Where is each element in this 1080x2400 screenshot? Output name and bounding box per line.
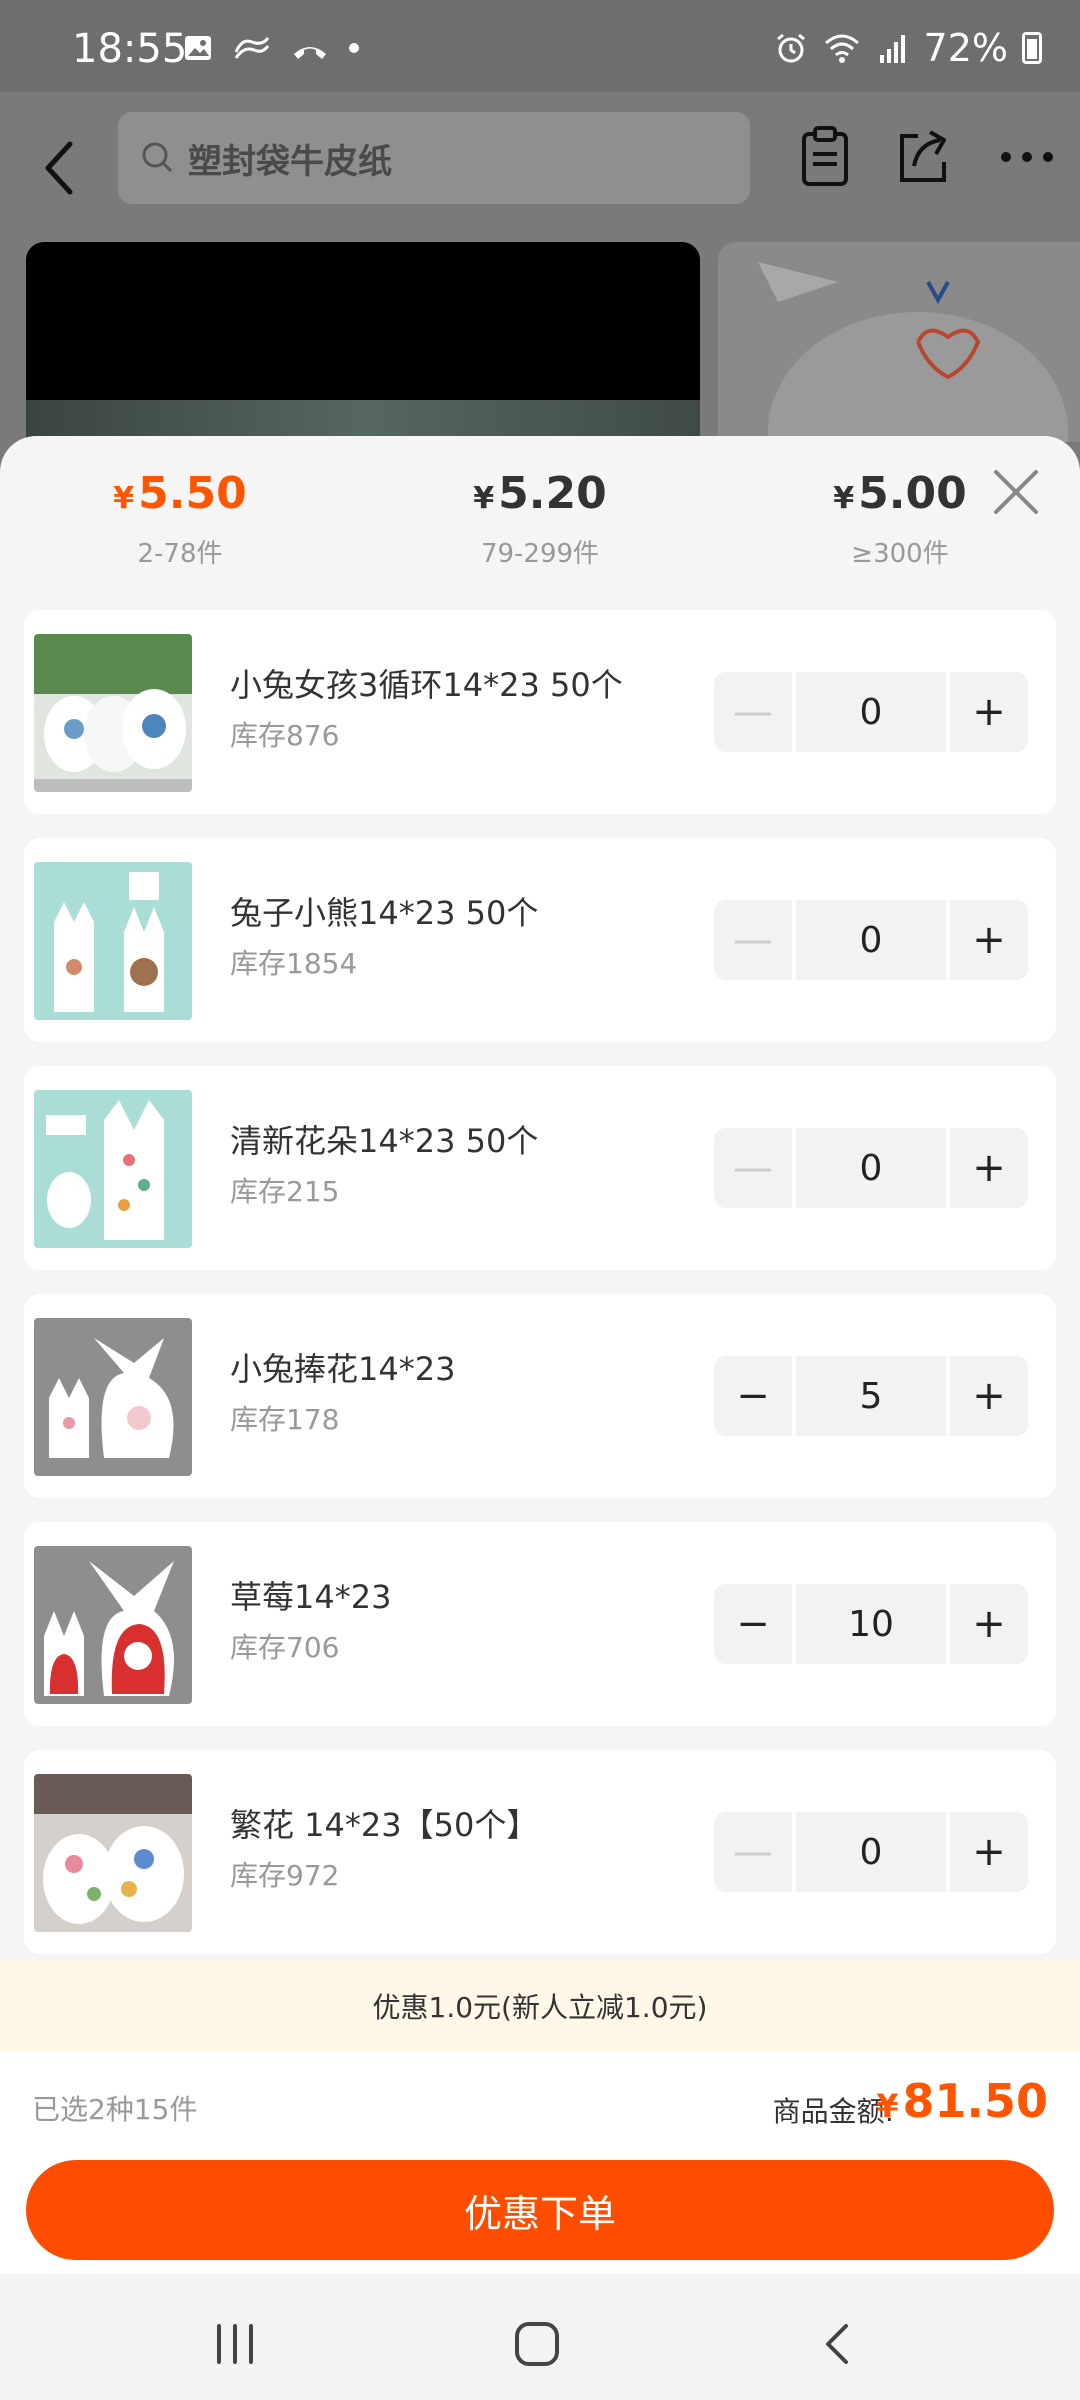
image-notification-icon	[185, 36, 211, 60]
place-order-button[interactable]: 优惠下单	[26, 2160, 1054, 2260]
clipboard-icon[interactable]	[790, 122, 860, 192]
tier-price: 5.50	[138, 468, 247, 519]
quantity-value[interactable]: 0	[796, 1128, 946, 1208]
tier-quantity: 79-299件	[480, 539, 600, 569]
decrease-button[interactable]: −	[714, 1356, 792, 1436]
sku-name: 草莓14*23	[230, 1578, 392, 1616]
decrease-button[interactable]: −	[714, 1584, 792, 1664]
product-image-card[interactable]	[718, 242, 1080, 442]
app-notification-icon	[234, 37, 270, 59]
sku-stock: 库存706	[230, 1631, 340, 1664]
dot-icon	[349, 43, 359, 53]
sku-stock: 库存1854	[230, 947, 358, 980]
battery-icon	[1022, 32, 1042, 64]
back-nav-icon[interactable]	[808, 2314, 868, 2374]
sku-thumbnail[interactable]	[34, 862, 192, 1020]
increase-button[interactable]: +	[950, 1356, 1028, 1436]
quantity-value[interactable]: 0	[796, 900, 946, 980]
recent-apps-icon[interactable]	[205, 2314, 265, 2374]
quantity-value[interactable]: 0	[796, 672, 946, 752]
quantity-stepper: — 0 +	[714, 1812, 1032, 1892]
sku-stock: 库存972	[230, 1859, 340, 1892]
quantity-stepper: — 0 +	[714, 672, 1032, 752]
status-time: 18:55	[72, 26, 188, 72]
share-icon[interactable]	[888, 122, 958, 192]
back-icon[interactable]	[30, 128, 90, 208]
product-illustration	[758, 262, 1068, 442]
sku-name: 小兔捧花14*23	[230, 1350, 456, 1388]
battery-percent: 72%	[923, 26, 1008, 70]
sku-thumbnail[interactable]	[34, 1546, 192, 1704]
sku-stock: 库存215	[230, 1175, 340, 1208]
search-input[interactable]: 塑封袋牛皮纸	[118, 112, 750, 204]
quantity-stepper: — 0 +	[714, 1128, 1032, 1208]
increase-button[interactable]: +	[950, 1584, 1028, 1664]
promo-banner: 优惠1.0元(新人立减1.0元)	[0, 1960, 1080, 2052]
decrease-button[interactable]: —	[714, 672, 792, 752]
search-icon	[142, 142, 173, 173]
sku-list: 小兔女孩3循环14*23 50个 库存876 — 0 + 兔子小熊14*23 5…	[24, 610, 1056, 1978]
more-icon[interactable]	[992, 122, 1062, 192]
increase-button[interactable]: +	[950, 1812, 1028, 1892]
wifi-icon	[824, 34, 859, 63]
increase-button[interactable]: +	[950, 900, 1028, 980]
product-video-card[interactable]	[26, 242, 700, 442]
sku-item: 草莓14*23 库存706 − 10 +	[24, 1522, 1056, 1726]
close-icon[interactable]	[988, 464, 1044, 520]
sku-item: 清新花朵14*23 50个 库存215 — 0 +	[24, 1066, 1056, 1270]
sku-thumbnail[interactable]	[34, 1090, 192, 1248]
quantity-stepper: — 0 +	[714, 900, 1032, 980]
quantity-value[interactable]: 0	[796, 1812, 946, 1892]
order-summary: 已选2种15件 商品金额: ¥81.50	[0, 2052, 1080, 2158]
quantity-value[interactable]: 5	[796, 1356, 946, 1436]
tier-price: 5.00	[858, 468, 967, 519]
price-tiers: ¥5.50 2-78件 ¥5.20 79-299件 ¥5.00 ≥300件	[0, 436, 1080, 586]
signal-icon	[879, 35, 905, 63]
header: 塑封袋牛皮纸	[0, 92, 1080, 242]
sku-item: 兔子小熊14*23 50个 库存1854 — 0 +	[24, 838, 1056, 1042]
search-placeholder: 塑封袋牛皮纸	[188, 141, 392, 182]
tier-quantity: ≥300件	[851, 539, 949, 569]
system-nav-bar	[0, 2274, 1080, 2400]
decrease-button[interactable]: —	[714, 1812, 792, 1892]
sku-item: 繁花 14*23【50个】 库存972 — 0 +	[24, 1750, 1056, 1954]
home-icon[interactable]	[507, 2314, 567, 2374]
quantity-stepper: − 10 +	[714, 1584, 1032, 1664]
increase-button[interactable]: +	[950, 1128, 1028, 1208]
quantity-stepper: − 5 +	[714, 1356, 1032, 1436]
status-notification-icons	[182, 32, 360, 64]
increase-button[interactable]: +	[950, 672, 1028, 752]
quantity-value[interactable]: 10	[796, 1584, 946, 1664]
sku-name: 兔子小熊14*23 50个	[230, 894, 539, 932]
sku-stock: 库存876	[230, 719, 340, 752]
sku-thumbnail[interactable]	[34, 1774, 192, 1932]
status-system-icons: 72%	[774, 26, 1042, 70]
alarm-icon	[776, 33, 805, 63]
price-tier-1: ¥5.50 2-78件	[30, 468, 330, 570]
decrease-button[interactable]: —	[714, 1128, 792, 1208]
decrease-button[interactable]: —	[714, 900, 792, 980]
sku-name: 清新花朵14*23 50个	[230, 1122, 539, 1160]
sku-item: 小兔捧花14*23 库存178 − 5 +	[24, 1294, 1056, 1498]
tier-quantity: 2-78件	[137, 539, 223, 569]
missed-call-icon	[294, 47, 326, 59]
selected-count: 已选2种15件	[32, 2093, 198, 2126]
status-bar: 18:55 72%	[0, 0, 1080, 92]
price-tier-2: ¥5.20 79-299件	[390, 468, 690, 570]
sku-stock: 库存178	[230, 1403, 340, 1436]
sku-thumbnail[interactable]	[34, 634, 192, 792]
sku-name: 繁花 14*23【50个】	[230, 1806, 539, 1844]
sku-item: 小兔女孩3循环14*23 50个 库存876 — 0 +	[24, 610, 1056, 814]
tier-price: 5.20	[498, 468, 607, 519]
total-amount: ¥81.50	[876, 2074, 1048, 2128]
sku-name: 小兔女孩3循环14*23 50个	[230, 666, 623, 704]
sku-thumbnail[interactable]	[34, 1318, 192, 1476]
